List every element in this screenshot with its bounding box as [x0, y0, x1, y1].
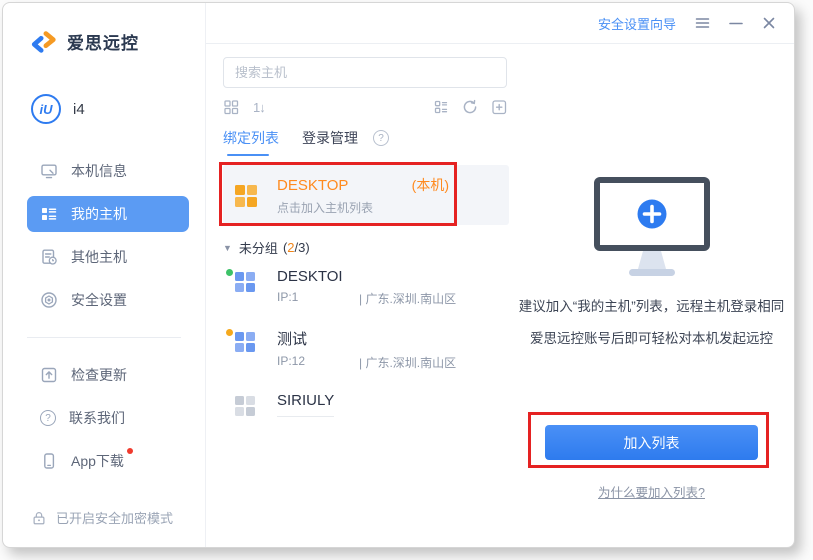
host-row-test[interactable]: 测试 IP:12 | 广东.深圳.南山区 [223, 317, 509, 381]
refresh-icon[interactable] [462, 99, 478, 115]
sidebar-item-my-hosts[interactable]: 我的主机 [27, 196, 189, 232]
user-profile[interactable]: iU i4 [31, 94, 205, 124]
host-row-desktop[interactable]: DESKTOI IP:1 | 广东.深圳.南山区 [223, 257, 509, 317]
close-icon[interactable] [762, 16, 776, 30]
windows-host-icon [235, 272, 255, 292]
question-icon: ? [40, 410, 56, 426]
sidebar-item-label: 安全设置 [71, 290, 127, 310]
security-wizard-link[interactable]: 安全设置向导 [598, 14, 676, 33]
host-name: DESKTOI [277, 268, 392, 285]
tab-help-icon[interactable]: ? [373, 130, 389, 146]
update-icon [40, 366, 58, 384]
menu-icon[interactable] [695, 16, 710, 30]
host-list-icon [40, 205, 58, 223]
brand-logo-icon [30, 30, 58, 54]
status-dot-busy [226, 329, 233, 336]
encryption-status: 已开启安全加密模式 [3, 508, 205, 547]
add-host-icon[interactable] [491, 99, 507, 115]
sidebar-item-label: App下载 [71, 451, 124, 471]
group-count: (2/3) [283, 240, 310, 255]
list-view-icon[interactable] [433, 99, 449, 115]
host-name: SIRIULY [277, 392, 334, 417]
host-list-column: 1↓ [206, 57, 509, 547]
sidebar-item-security-settings[interactable]: 安全设置 [27, 282, 189, 318]
why-join-link[interactable]: 为什么要加入列表? [598, 482, 705, 501]
host-ip: IP:1 [277, 290, 359, 307]
app-window: 爱思远控 iU i4 本机信息 我的主机 [2, 2, 795, 548]
tab-login-management[interactable]: 登录管理 [302, 128, 358, 156]
gear-icon [40, 291, 58, 309]
grid-view-icon[interactable] [223, 99, 239, 115]
windows-host-icon-offline [235, 396, 255, 416]
sidebar-item-label: 联系我们 [69, 408, 125, 428]
list-toolbar: 1↓ [223, 99, 507, 115]
username: i4 [73, 101, 85, 118]
sidebar-item-label: 其他主机 [71, 247, 127, 267]
join-hint-text: 建议加入“我的主机”列表，远程主机登录相同 爱思远控账号后即可轻松对本机发起远控 [519, 291, 785, 355]
monitor-illustration [591, 176, 713, 279]
windows-host-icon [235, 185, 257, 207]
sidebar-secondary-menu: 检查更新 ? 联系我们 App下载 [3, 350, 205, 486]
sidebar-menu: 本机信息 我的主机 其他主机 [3, 146, 205, 325]
host-name: 测试 [277, 328, 392, 349]
local-host-card[interactable]: DESKTOP (本机) 点击加入主机列表 [223, 165, 509, 225]
sidebar-item-contact-us[interactable]: ? 联系我们 [27, 400, 189, 436]
sidebar-item-label: 我的主机 [71, 204, 127, 224]
collapse-triangle-icon: ▼ [223, 243, 232, 253]
local-host-tag: (本机) [412, 175, 449, 195]
monitor-icon [40, 162, 58, 180]
lock-icon [31, 510, 47, 526]
minimize-icon[interactable] [729, 16, 743, 30]
group-header-ungrouped[interactable]: ▼ 未分组 (2/3) [223, 238, 509, 257]
sidebar-item-other-hosts[interactable]: 其他主机 [27, 239, 189, 275]
local-host-text: DESKTOP (本机) 点击加入主机列表 [277, 175, 497, 216]
hint-line-1: 建议加入“我的主机”列表，远程主机登录相同 [519, 291, 785, 323]
sidebar-item-local-info[interactable]: 本机信息 [27, 153, 189, 189]
detail-panel: 建议加入“我的主机”列表，远程主机登录相同 爱思远控账号后即可轻松对本机发起远控… [509, 57, 794, 547]
local-host-name: DESKTOP [277, 177, 348, 194]
host-location: | 广东.深圳.南山区 [359, 290, 456, 307]
join-list-button[interactable]: 加入列表 [545, 425, 758, 460]
content: 1↓ [206, 44, 794, 547]
join-button-wrap: 加入列表 [545, 425, 758, 460]
host-row-siriuly[interactable]: SIRIULY [223, 381, 509, 427]
windows-host-icon [235, 332, 255, 352]
sort-icon[interactable]: 1↓ [253, 100, 265, 115]
status-dot-online [226, 269, 233, 276]
group-name: 未分组 [239, 238, 278, 257]
sidebar-divider [27, 337, 181, 338]
local-host-subtitle: 点击加入主机列表 [277, 199, 497, 216]
brand-name: 爱思远控 [67, 29, 139, 54]
host-location: | 广东.深圳.南山区 [359, 354, 456, 371]
search-input[interactable] [223, 57, 507, 88]
titlebar: 安全设置向导 [206, 3, 794, 44]
sidebar-item-label: 检查更新 [71, 365, 127, 385]
sidebar-item-app-download[interactable]: App下载 [27, 443, 189, 479]
main-area: 安全设置向导 [206, 3, 794, 547]
brand: 爱思远控 [3, 3, 205, 54]
sidebar: 爱思远控 iU i4 本机信息 我的主机 [3, 3, 206, 547]
encryption-status-label: 已开启安全加密模式 [56, 508, 173, 527]
host-ip: IP:12 [277, 354, 359, 371]
document-clock-icon [40, 248, 58, 266]
sidebar-item-label: 本机信息 [71, 161, 127, 181]
list-tabs: 绑定列表 登录管理 ? [223, 128, 509, 156]
phone-icon [40, 452, 58, 470]
avatar: iU [31, 94, 61, 124]
sidebar-item-check-update[interactable]: 检查更新 [27, 357, 189, 393]
hint-line-2: 爱思远控账号后即可轻松对本机发起远控 [519, 323, 785, 355]
tab-binding-list[interactable]: 绑定列表 [223, 128, 279, 156]
